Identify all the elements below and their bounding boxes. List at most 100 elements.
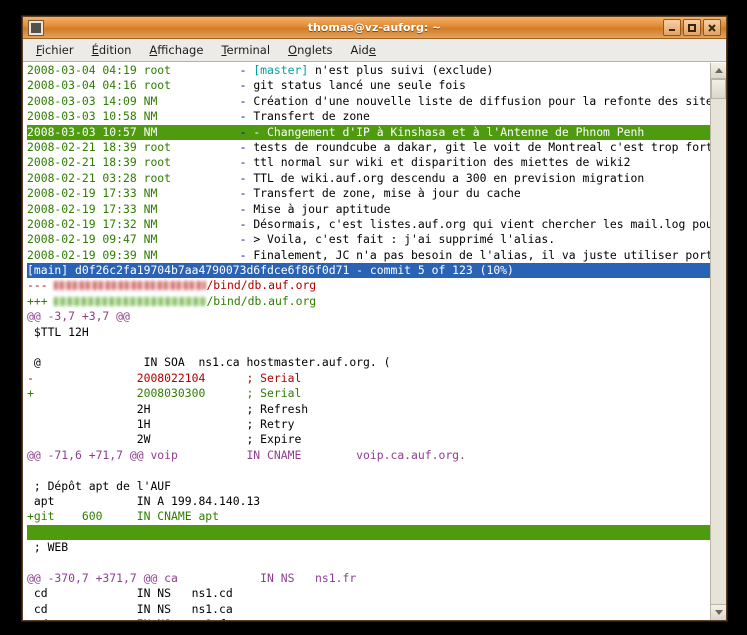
maximize-button[interactable] <box>683 19 701 36</box>
minimize-button[interactable] <box>663 19 681 36</box>
menu-edition[interactable]: Édition <box>83 41 141 59</box>
menu-affichage[interactable]: Affichage <box>140 41 212 59</box>
scroll-down-arrow[interactable] <box>711 604 726 620</box>
diff-context-line: 2H ; Refresh <box>27 402 710 417</box>
commit-row[interactable]: 2008-02-19 17:32 NM - Désormais, c'est l… <box>27 217 710 232</box>
diff-line-text: $TTL 12H <box>27 324 89 339</box>
diff-line-text: +git 600 IN CNAME apt <box>27 509 220 524</box>
diff-context-line: $TTL 12H <box>27 325 710 340</box>
commit-date: 2008-02-19 17:33 NM <box>27 201 240 216</box>
selected-commit[interactable]: 2008-03-03 10:57 NM - - Changement d'IP … <box>27 124 710 140</box>
commit-date: 2008-02-21 18:39 root <box>27 155 240 170</box>
commit-row[interactable]: 2008-03-03 14:09 NM - Création d'une nou… <box>27 94 710 109</box>
close-button[interactable] <box>703 19 721 36</box>
diff-file-marker: +++ <box>27 293 55 308</box>
commit-graph: - <box>239 201 254 216</box>
commit-subject: - Changement d'IP à Kinshasa et à l'Ante… <box>253 124 645 139</box>
log-status-bar: [main] d0f26c2fa19704b7aa4790073d6fdce6f… <box>27 263 710 279</box>
commit-subject: > Voila, c'est fait : j'ai supprimé l'al… <box>253 232 556 247</box>
commit-date: 2008-02-19 09:39 NM <box>27 247 240 262</box>
diff-context-line: 2W ; Expire <box>27 432 710 447</box>
scrollbar-track[interactable] <box>711 79 726 604</box>
commit-row[interactable]: 2008-02-19 17:33 NM - Mise à jour aptitu… <box>27 202 710 217</box>
commit-row[interactable]: 2008-02-21 18:39 root - ttl normal sur w… <box>27 155 710 170</box>
commit-graph: - <box>239 170 254 185</box>
screen: thomas@vz-auforg: ~ Fichier Édition Affi… <box>0 0 747 635</box>
diff-line-text: 2W ; Expire <box>27 432 302 447</box>
commit-subject: Création d'une nouvelle liste de diffusi… <box>253 93 710 108</box>
commit-date: 2008-03-03 10:57 NM <box>27 124 240 139</box>
diff-line-text: + 2008030300 ; Serial <box>27 386 302 401</box>
diff-line-text: ; Dépôt apt de l'AUF <box>27 478 172 493</box>
commit-row[interactable]: 2008-03-04 04:19 root - [master] n'est p… <box>27 63 710 78</box>
diff-line-text: @@ -370,7 +371,7 @@ ca IN NS ns1.fr <box>27 570 357 585</box>
commit-row[interactable]: 2008-03-04 04:16 root - git status lancé… <box>27 78 710 93</box>
diff-line-text: cd IN NS ns1.fr <box>27 617 233 620</box>
redacted-path <box>54 281 207 291</box>
diff-line-text <box>27 340 34 354</box>
commit-date: 2008-03-03 14:09 NM <box>27 93 240 108</box>
commit-graph: - <box>239 63 254 77</box>
diff-context-line: cd IN NS ns1.fr <box>27 617 710 620</box>
diff-removed-line: - 2008022104 ; Serial <box>27 371 710 386</box>
menu-aide[interactable]: Aide <box>341 41 384 59</box>
menubar: Fichier Édition Affichage Terminal Ongle… <box>23 39 726 62</box>
terminal-scrollbar[interactable] <box>710 63 726 620</box>
commit-date: 2008-02-21 03:28 root <box>27 170 240 185</box>
commit-date: 2008-02-19 09:47 NM <box>27 232 240 247</box>
commit-graph: - <box>239 216 254 231</box>
diff-context-line <box>27 340 710 355</box>
window-titlebar[interactable]: thomas@vz-auforg: ~ <box>23 17 726 39</box>
commit-graph: - <box>239 247 254 262</box>
diff-line-text <box>27 463 34 477</box>
commit-ref: [master] <box>253 63 309 77</box>
diff-context-line: cd IN NS ns1.cd <box>27 586 710 601</box>
commit-date: 2008-03-04 04:16 root <box>27 78 240 93</box>
commit-row[interactable]: 2008-02-19 09:39 NM - Finalement, JC n'a… <box>27 248 710 263</box>
commit-row[interactable]: 2008-02-21 18:39 root - tests de roundcu… <box>27 140 710 155</box>
diff-old-file-line: --- /bind/db.auf.org <box>27 278 710 293</box>
diff-line-text: 1H ; Retry <box>27 416 295 431</box>
commit-graph: - <box>239 109 254 124</box>
commit-row[interactable]: 2008-02-19 09:47 NM - > Voila, c'est fai… <box>27 232 710 247</box>
diff-line-text: @ IN SOA ns1.ca hostmaster.auf.org. ( <box>27 355 391 370</box>
diff-line-text: cd IN NS ns1.cd <box>27 586 233 601</box>
commit-row[interactable]: 2008-02-21 03:28 root - TTL de wiki.auf.… <box>27 171 710 186</box>
tig-screen[interactable]: 2008-03-04 04:19 root - [master] n'est p… <box>23 63 710 620</box>
menu-fichier[interactable]: Fichier <box>27 41 83 59</box>
diff-line-text: cd IN NS ns1.ca <box>27 601 233 616</box>
commit-subject: tests de roundcube a dakar, git le voit … <box>253 139 710 154</box>
commit-subject: [master] n'est plus suivi (exclude) <box>253 63 494 77</box>
diff-context-line <box>27 556 710 571</box>
commit-subject: Désormais, c'est listes.auf.org qui vien… <box>253 216 710 231</box>
window-controls <box>663 19 723 36</box>
scroll-up-arrow[interactable] <box>711 63 726 79</box>
diff-line-text: apt IN A 199.84.140.13 <box>27 493 261 508</box>
commit-subject: git status lancé une seule fois <box>253 78 466 93</box>
diff-file-path: /bind/db.auf.org <box>206 278 317 293</box>
cursor-highlight[interactable] <box>27 524 710 541</box>
diff-context-line: @ IN SOA ns1.ca hostmaster.auf.org. ( <box>27 355 710 370</box>
commit-graph: - <box>239 78 254 93</box>
commit-row[interactable]: 2008-03-03 10:58 NM - Transfert de zone <box>27 109 710 124</box>
commit-graph: - <box>239 124 254 139</box>
diff-hunk-header: @@ -3,7 +3,7 @@ <box>27 309 710 324</box>
menu-onglets[interactable]: Onglets <box>279 41 341 59</box>
diff-context-line: apt IN A 199.84.140.13 <box>27 494 710 509</box>
diff-context-line: cd IN NS ns1.ca <box>27 602 710 617</box>
commit-graph: - <box>239 186 254 201</box>
commit-graph: - <box>239 93 254 108</box>
commit-date: 2008-02-19 17:32 NM <box>27 216 240 231</box>
terminal-area: 2008-03-04 04:19 root - [master] n'est p… <box>23 62 726 620</box>
commit-graph: - <box>239 155 254 170</box>
commit-row[interactable]: 2008-03-03 10:57 NM - - Changement d'IP … <box>27 124 710 140</box>
commit-subject: ttl normal sur wiki et disparition des m… <box>253 155 631 170</box>
commit-row[interactable]: 2008-02-19 17:33 NM - Transfert de zone,… <box>27 186 710 201</box>
commit-subject: TTL de wiki.auf.org descendu a 300 en pr… <box>253 170 645 185</box>
diff-cursor-line[interactable] <box>27 524 710 541</box>
terminal-icon <box>28 19 44 36</box>
commit-graph: - <box>239 232 254 247</box>
menu-terminal[interactable]: Terminal <box>212 41 279 59</box>
commit-subject: Transfert de zone <box>253 109 370 124</box>
scrollbar-thumb[interactable] <box>711 79 726 99</box>
